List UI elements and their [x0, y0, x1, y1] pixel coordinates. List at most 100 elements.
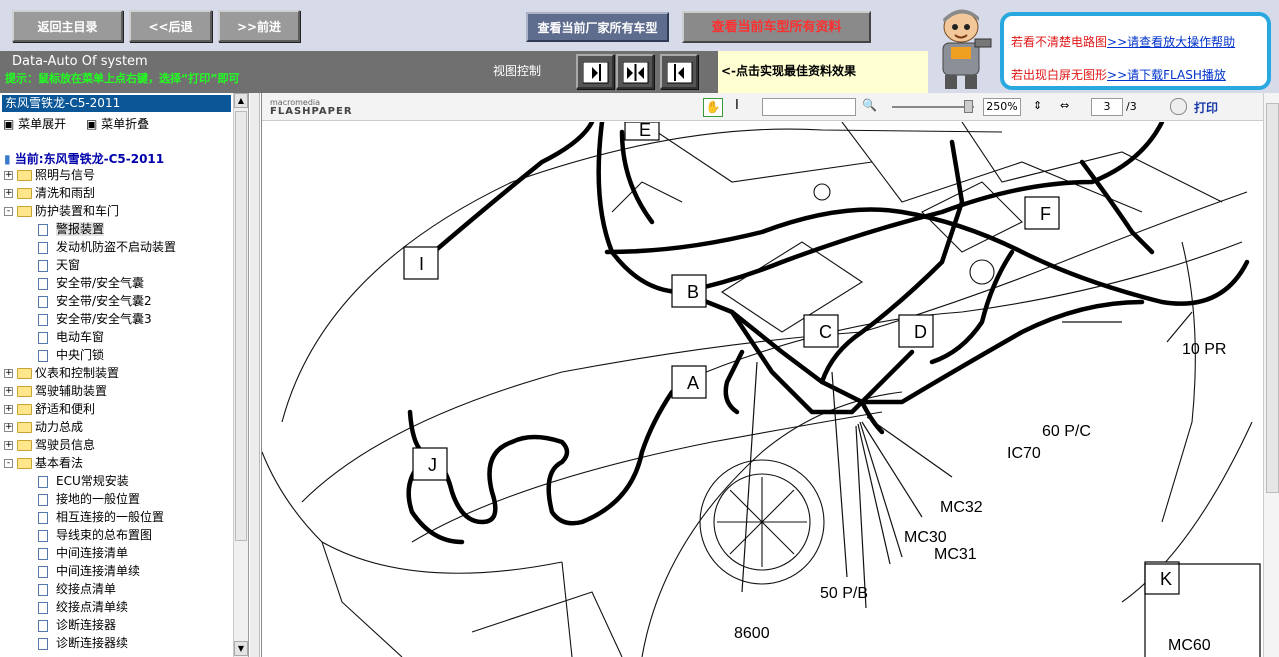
- top-bar: 返回主目录 <<后退 >>前进 查看当前厂家所有车型 查看当前车型所有资料 Da…: [0, 0, 1279, 93]
- sidebar-scrollbar[interactable]: ▲ ▼: [233, 93, 248, 657]
- tree-folder[interactable]: + 照明与信号: [4, 166, 232, 184]
- tree-item[interactable]: ECU常规安装: [4, 472, 232, 490]
- sidebar-title[interactable]: 东风雪铁龙-C5-2011: [2, 95, 231, 112]
- menu-collapse-button[interactable]: ▣ 菜单折叠: [86, 117, 157, 131]
- home-button[interactable]: 返回主目录: [12, 10, 123, 42]
- zoom-help-link[interactable]: >>请查看放大操作帮助: [1107, 35, 1235, 49]
- print-button[interactable]: 打印: [1194, 99, 1218, 116]
- tree-folder[interactable]: + 驾驶辅助装置: [4, 382, 232, 400]
- tree-folder[interactable]: - 防护装置和车门: [4, 202, 232, 220]
- callout-label: 10 PR: [1182, 341, 1226, 358]
- expand-toggle-icon[interactable]: -: [4, 207, 13, 216]
- tree-item[interactable]: 诊断连接器续: [4, 634, 232, 652]
- zoom-slider-knob[interactable]: [964, 100, 973, 113]
- expand-toggle-icon[interactable]: +: [4, 387, 13, 396]
- callout-label: MC32: [940, 499, 983, 516]
- tree-item[interactable]: 接地的一般位置: [4, 490, 232, 508]
- tree-item[interactable]: 绞接点清单续: [4, 598, 232, 616]
- page-input[interactable]: 3: [1091, 98, 1123, 116]
- fit-height-icon[interactable]: ⇕: [1033, 99, 1042, 112]
- expand-toggle-icon[interactable]: +: [4, 441, 13, 450]
- expand-toggle-icon[interactable]: +: [4, 189, 13, 198]
- document-icon: [38, 331, 48, 344]
- scroll-thumb[interactable]: [235, 111, 247, 541]
- menu-expand-button[interactable]: ▣ 菜单展开: [3, 117, 74, 131]
- hand-tool-icon[interactable]: ✋: [703, 98, 723, 117]
- expand-toggle-icon[interactable]: +: [4, 369, 13, 378]
- tree-item[interactable]: 中间连接清单续: [4, 562, 232, 580]
- search-input[interactable]: [762, 98, 856, 116]
- viewer-scrollbar[interactable]: [1263, 93, 1279, 657]
- tree-item[interactable]: 绞接点清单: [4, 580, 232, 598]
- tree-folder[interactable]: + 舒适和便利: [4, 400, 232, 418]
- tree-item[interactable]: 安全带/安全气囊2: [4, 292, 232, 310]
- view-split-button[interactable]: [616, 54, 654, 89]
- expand-toggle-icon[interactable]: +: [4, 405, 13, 414]
- tree-item[interactable]: 安全带/安全气囊: [4, 274, 232, 292]
- help-line-zoom: 若看不清楚电路图>>请查看放大操作帮助: [1011, 33, 1235, 50]
- zoom-input[interactable]: 250%: [983, 98, 1021, 116]
- pane-divider[interactable]: [250, 93, 260, 657]
- expand-toggle-icon[interactable]: +: [4, 423, 13, 432]
- tree-item[interactable]: 相互连接的一般位置: [4, 508, 232, 526]
- tree-folder-label: 驾驶辅助装置: [35, 384, 108, 398]
- folder-icon: [17, 188, 32, 199]
- tree-item[interactable]: 中间连接清单: [4, 544, 232, 562]
- menu-expand-label: 菜单展开: [18, 117, 67, 131]
- tree-item-label: 诊断连接器: [56, 618, 117, 632]
- tree-item[interactable]: 导线束的总布置图: [4, 526, 232, 544]
- document-icon: [38, 493, 48, 506]
- scroll-up-icon[interactable]: ▲: [234, 93, 248, 108]
- callout-label: 50 P/B: [820, 585, 868, 602]
- tree-item[interactable]: 诊断连接器: [4, 616, 232, 634]
- tree-folder[interactable]: + 驾驶员信息: [4, 436, 232, 454]
- help-zoom-text: 若看不清楚电路图: [1011, 35, 1108, 49]
- wiring-diagram[interactable]: E I B C D F A J K 10 PR 60 P/C IC70 MC32 MC30 MC31 50 P…: [262, 122, 1262, 657]
- view-expand-right-button[interactable]: [576, 54, 614, 89]
- tree-current: ▮ 当前:东风雪铁龙-C5-2011: [4, 150, 164, 167]
- tree-folder[interactable]: + 动力总成: [4, 418, 232, 436]
- flash-download-link[interactable]: >>请下载FLASH播放: [1107, 68, 1226, 82]
- fit-width-icon[interactable]: ⇔: [1060, 99, 1069, 112]
- tree-item[interactable]: 电动车窗: [4, 328, 232, 346]
- connector-letter-label: A: [687, 373, 699, 393]
- all-models-button[interactable]: 查看当前厂家所有车型: [526, 12, 669, 42]
- print-icon[interactable]: [1170, 98, 1187, 115]
- connector-letter-label: I: [419, 254, 424, 274]
- tree-folder[interactable]: - 基本看法: [4, 454, 232, 472]
- expand-toggle-icon[interactable]: -: [4, 459, 13, 468]
- viewer-scroll-thumb[interactable]: [1266, 103, 1279, 493]
- zoom-slider[interactable]: [892, 106, 974, 108]
- tree-item[interactable]: 警报装置: [4, 220, 232, 238]
- folder-icon: [17, 422, 32, 433]
- document-icon: [38, 475, 48, 488]
- all-docs-button[interactable]: 查看当前车型所有资料: [682, 11, 871, 43]
- tree-item-label: ECU常规安装: [56, 474, 129, 488]
- connector-letter-label: D: [914, 322, 927, 342]
- view-expand-left-button[interactable]: [660, 54, 698, 89]
- tree-folder-label: 驾驶员信息: [35, 438, 96, 452]
- scroll-down-icon[interactable]: ▼: [234, 641, 248, 656]
- tree-item-label: 中间连接清单: [56, 546, 129, 560]
- tree-folder-label: 防护装置和车门: [35, 204, 120, 218]
- tree-item[interactable]: 安全带/安全气囊3: [4, 310, 232, 328]
- document-icon: [38, 259, 48, 272]
- tree-item[interactable]: 天窗: [4, 256, 232, 274]
- logo-bottom: FLASHPAPER: [270, 106, 353, 117]
- expand-toggle-icon[interactable]: +: [4, 171, 13, 180]
- callout-label: MC31: [934, 546, 977, 563]
- forward-button[interactable]: >>前进: [218, 10, 300, 42]
- tree-item[interactable]: 发动机防盗不启动装置: [4, 238, 232, 256]
- tree-folder[interactable]: + 仪表和控制装置: [4, 364, 232, 382]
- back-button[interactable]: <<后退: [129, 10, 212, 42]
- search-icon[interactable]: 🔍: [862, 98, 877, 112]
- tree-item-label: 电动车窗: [56, 330, 105, 344]
- tree-item-label: 绞接点清单续: [56, 600, 129, 614]
- tree-folder[interactable]: + 清洗和雨刮: [4, 184, 232, 202]
- folder-icon: [17, 458, 32, 469]
- system-name: Data-Auto Of system: [12, 54, 148, 69]
- tree-item[interactable]: 中央门锁: [4, 346, 232, 364]
- callout-label: 60 P/C: [1042, 423, 1091, 440]
- text-select-icon[interactable]: I: [735, 98, 739, 113]
- view-hint: <-点击实现最佳资料效果: [721, 64, 857, 78]
